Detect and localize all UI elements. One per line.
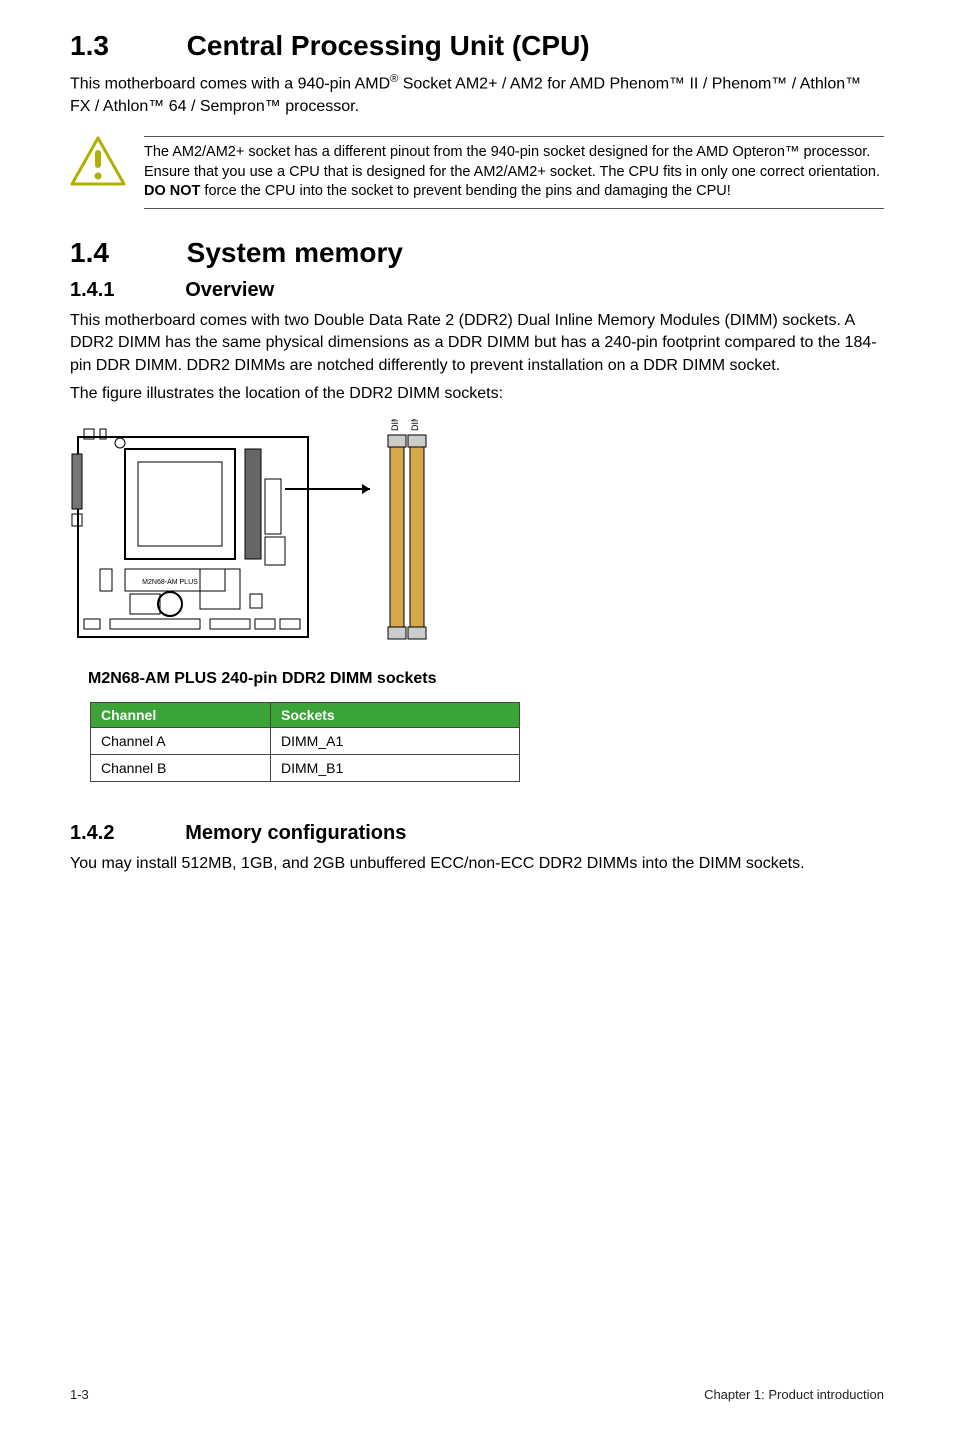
cell-socket: DIMM_B1 (271, 755, 520, 782)
dimm-diagram: M2N68-AM PLUS DIMM_A1 DIMM_B1 (70, 419, 884, 664)
table-row: Channel A DIMM_A1 (91, 728, 520, 755)
th-sockets: Sockets (271, 703, 520, 728)
footer-chapter: Chapter 1: Product introduction (704, 1387, 884, 1402)
cpu-intro: This motherboard comes with a 940-pin AM… (70, 72, 884, 118)
subsection-title: Memory configurations (185, 822, 406, 844)
section-heading-cpu: 1.3 Central Processing Unit (CPU) (70, 30, 884, 62)
slot-label-b: DIMM_B1 (410, 419, 420, 431)
table-row: Channel B DIMM_B1 (91, 755, 520, 782)
subsection-memcfg: 1.4.2 Memory configurations (70, 822, 884, 845)
channel-table: Channel Sockets Channel A DIMM_A1 Channe… (90, 702, 520, 782)
warning-icon (70, 136, 126, 191)
svg-text:M2N68-AM PLUS: M2N68-AM PLUS (142, 579, 198, 586)
footer-page-number: 1-3 (70, 1387, 89, 1402)
page-footer: 1-3 Chapter 1: Product introduction (70, 1387, 884, 1402)
cpu-intro-pre: This motherboard comes with a 940-pin AM… (70, 75, 390, 92)
subsection-title: Overview (185, 279, 274, 301)
memcfg-p1: You may install 512MB, 1GB, and 2GB unbu… (70, 853, 884, 875)
warn-bold: DO NOT (144, 183, 200, 199)
warning-text: The AM2/AM2+ socket has a different pino… (144, 136, 884, 209)
overview-p1: This motherboard comes with two Double D… (70, 310, 884, 377)
cell-channel: Channel B (91, 755, 271, 782)
table-head-row: Channel Sockets (91, 703, 520, 728)
warn-post: force the CPU into the socket to prevent… (200, 183, 730, 199)
section-number: 1.3 (70, 30, 180, 62)
slot-label-a: DIMM_A1 (390, 419, 400, 431)
th-channel: Channel (91, 703, 271, 728)
warn-pre: The AM2/AM2+ socket has a different pino… (144, 144, 880, 180)
cell-socket: DIMM_A1 (271, 728, 520, 755)
diagram-caption: M2N68-AM PLUS 240-pin DDR2 DIMM sockets (88, 670, 884, 688)
cell-channel: Channel A (91, 728, 271, 755)
subsection-number: 1.4.1 (70, 279, 180, 302)
overview-p2: The figure illustrates the location of t… (70, 383, 884, 405)
section-heading-mem: 1.4 System memory (70, 237, 884, 269)
section-title: Central Processing Unit (CPU) (187, 30, 590, 61)
section-number: 1.4 (70, 237, 180, 269)
subsection-number: 1.4.2 (70, 822, 180, 845)
section-title: System memory (187, 237, 403, 268)
warning-block: The AM2/AM2+ socket has a different pino… (70, 136, 884, 209)
subsection-overview: 1.4.1 Overview (70, 279, 884, 302)
